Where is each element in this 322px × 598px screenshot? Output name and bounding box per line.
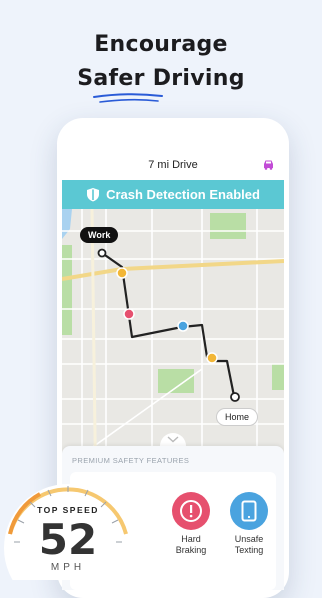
feature-label-line1: Hard — [181, 534, 201, 544]
top-speed-unit: MPH — [50, 562, 86, 573]
headline-line2: Safer Driving — [77, 66, 245, 91]
exclamation-icon — [180, 500, 202, 522]
feature-label: Unsafe Texting — [219, 534, 279, 556]
headline-line1: Encourage — [94, 32, 228, 57]
phone-icon — [241, 500, 257, 522]
feature-hard-braking[interactable]: Hard Braking — [161, 492, 221, 556]
top-speed-value: 52 — [38, 515, 98, 564]
feature-label: Hard Braking — [161, 534, 221, 556]
feature-label-line1: Unsafe — [234, 534, 264, 544]
feature-unsafe-texting[interactable]: Unsafe Texting — [219, 492, 279, 556]
chevron-down-icon — [167, 436, 179, 443]
crash-detection-banner[interactable]: Crash Detection Enabled — [62, 180, 284, 209]
feature-icon-circle — [172, 492, 210, 530]
start-pin-label[interactable]: Work — [80, 227, 119, 243]
trip-title: 7 mi Drive — [148, 159, 198, 171]
banner-text: Crash Detection Enabled — [106, 187, 260, 202]
feature-label-line2: Braking — [175, 545, 207, 555]
feature-label-line2: Texting — [234, 545, 264, 555]
end-pin-label[interactable]: Home — [216, 408, 259, 426]
top-speed-label: TOP SPEED — [37, 505, 99, 515]
trip-header: 7 mi Drive — [62, 150, 284, 180]
shield-icon — [87, 188, 100, 202]
feature-icon-circle — [230, 492, 268, 530]
car-icon[interactable] — [262, 159, 275, 170]
headline-underline — [93, 93, 163, 103]
